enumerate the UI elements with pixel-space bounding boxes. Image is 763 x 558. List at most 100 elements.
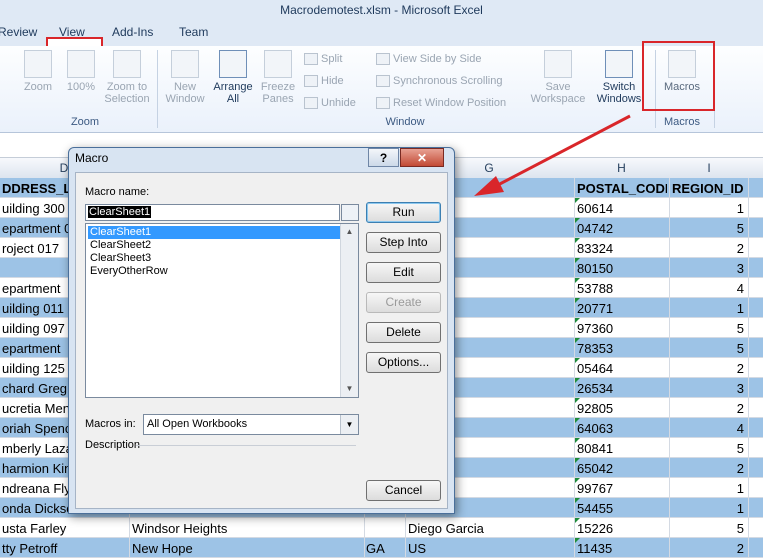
- cell-i[interactable]: 5: [672, 321, 744, 336]
- cell-i[interactable]: 2: [672, 361, 744, 376]
- macro-name-input[interactable]: ClearSheet1: [85, 204, 340, 221]
- cell-h[interactable]: 99767: [577, 481, 667, 496]
- cell-i[interactable]: 5: [672, 341, 744, 356]
- freeze-panes-button[interactable]: Freeze Panes: [256, 50, 300, 105]
- switch-windows-button[interactable]: Switch Windows: [590, 50, 648, 105]
- edit-button[interactable]: Edit: [366, 262, 441, 283]
- cell-i[interactable]: 3: [672, 261, 744, 276]
- step-into-button[interactable]: Step Into: [366, 232, 441, 253]
- create-button[interactable]: Create: [366, 292, 441, 313]
- help-button[interactable]: ?: [368, 148, 399, 167]
- cancel-button[interactable]: Cancel: [366, 480, 441, 501]
- list-item[interactable]: ClearSheet2: [88, 239, 342, 252]
- cell-h[interactable]: 83324: [577, 241, 667, 256]
- cell-d[interactable]: usta Farley: [2, 521, 128, 536]
- hide-button[interactable]: Hide: [304, 74, 344, 88]
- tab-team[interactable]: Team: [179, 25, 208, 39]
- cell-i[interactable]: 5: [672, 441, 744, 456]
- cell-i[interactable]: 2: [672, 461, 744, 476]
- table-row: usta Farley Windsor Heights Diego Garcia 15…: [0, 518, 763, 538]
- dialog-title: Macro: [75, 151, 109, 165]
- cell-i[interactable]: 1: [672, 201, 744, 216]
- number-as-text-indicator-icon: [575, 478, 580, 483]
- close-button[interactable]: ✕: [400, 148, 444, 167]
- collapse-dialog-icon[interactable]: [341, 204, 359, 221]
- cell-h[interactable]: 92805: [577, 401, 667, 416]
- cell-h[interactable]: 97360: [577, 321, 667, 336]
- list-item[interactable]: EveryOtherRow: [88, 265, 342, 278]
- cell-i[interactable]: 2: [672, 241, 744, 256]
- new-window-button[interactable]: New Window: [162, 50, 208, 105]
- cell-i[interactable]: 2: [672, 401, 744, 416]
- run-button[interactable]: Run: [366, 202, 441, 223]
- cell-h[interactable]: 80150: [577, 261, 667, 276]
- reset-window-position-button[interactable]: Reset Window Position: [376, 96, 506, 110]
- macros-in-select[interactable]: All Open Workbooks ▼: [143, 414, 359, 435]
- cell-h[interactable]: 20771: [577, 301, 667, 316]
- macro-list[interactable]: ClearSheet1 ClearSheet2 ClearSheet3 Ever…: [85, 223, 359, 398]
- cell-h[interactable]: 65042: [577, 461, 667, 476]
- cell-i[interactable]: 4: [672, 421, 744, 436]
- arrange-all-button[interactable]: Arrange All: [210, 50, 256, 105]
- cell-h[interactable]: 78353: [577, 341, 667, 356]
- cell-h[interactable]: 80841: [577, 441, 667, 456]
- tab-add-ins[interactable]: Add-Ins: [112, 25, 153, 39]
- header-cell-i[interactable]: REGION_ID: [672, 181, 744, 196]
- new-window-icon: [171, 50, 199, 78]
- cell-g[interactable]: Diego Garcia: [408, 521, 572, 536]
- cell-e[interactable]: Windsor Heights: [132, 521, 362, 536]
- list-item[interactable]: ClearSheet3: [88, 252, 342, 265]
- scroll-up-icon[interactable]: ▲: [341, 224, 358, 240]
- cell-i[interactable]: 1: [672, 501, 744, 516]
- cell-h[interactable]: 11435: [577, 541, 667, 556]
- cell-i[interactable]: 1: [672, 481, 744, 496]
- save-workspace-button[interactable]: Save Workspace: [528, 50, 588, 105]
- number-as-text-indicator-icon: [575, 218, 580, 223]
- cell-g[interactable]: US: [408, 541, 572, 556]
- view-side-by-side-button[interactable]: View Side by Side: [376, 52, 481, 66]
- cell-i[interactable]: 5: [672, 521, 744, 536]
- cell-h[interactable]: 60614: [577, 201, 667, 216]
- scroll-down-icon[interactable]: ▼: [341, 381, 358, 397]
- zoom-to-selection-button[interactable]: Zoom to Selection: [100, 50, 154, 105]
- split-button[interactable]: Split: [304, 52, 342, 66]
- cell-d[interactable]: tty Petroff: [2, 541, 128, 556]
- unhide-button[interactable]: Unhide: [304, 96, 356, 110]
- hide-icon: [304, 75, 318, 88]
- cell-h[interactable]: 04742: [577, 221, 667, 236]
- cell-h[interactable]: 15226: [577, 521, 667, 536]
- cell-i[interactable]: 2: [672, 541, 744, 556]
- cell-h[interactable]: 64063: [577, 421, 667, 436]
- cell-h[interactable]: 53788: [577, 281, 667, 296]
- save-workspace-icon: [544, 50, 572, 78]
- zoom-button[interactable]: Zoom: [18, 50, 58, 93]
- tab-review[interactable]: Review: [0, 25, 37, 39]
- column-header-i[interactable]: I: [670, 161, 748, 175]
- cell-i[interactable]: 3: [672, 381, 744, 396]
- tab-view[interactable]: View: [59, 25, 85, 39]
- zoom-100-button[interactable]: 100%: [62, 50, 100, 93]
- cell-h[interactable]: 54455: [577, 501, 667, 516]
- window-title: Macrodemotest.xlsm - Microsoft Excel: [280, 3, 483, 17]
- cell-i[interactable]: 4: [672, 281, 744, 296]
- options-button[interactable]: Options...: [366, 352, 441, 373]
- cell-i[interactable]: 1: [672, 301, 744, 316]
- delete-button[interactable]: Delete: [366, 322, 441, 343]
- number-as-text-indicator-icon: [575, 238, 580, 243]
- split-icon: [304, 53, 318, 66]
- chevron-down-icon[interactable]: ▼: [340, 415, 358, 434]
- grid-line: [748, 178, 749, 558]
- macros-highlight-box: [642, 41, 715, 111]
- zoom-group-label: Zoom: [70, 116, 100, 128]
- synchronous-scrolling-button[interactable]: Synchronous Scrolling: [376, 74, 502, 88]
- grid-line: [574, 178, 575, 558]
- list-scrollbar[interactable]: ▲ ▼: [340, 224, 358, 397]
- cell-i[interactable]: 5: [672, 221, 744, 236]
- side-by-side-icon: [376, 53, 390, 66]
- cell-h[interactable]: 05464: [577, 361, 667, 376]
- cell-h[interactable]: 26534: [577, 381, 667, 396]
- magnifier-icon: [24, 50, 52, 78]
- cell-e[interactable]: New Hope: [132, 541, 362, 556]
- cell-f[interactable]: GA: [366, 541, 402, 556]
- list-item[interactable]: ClearSheet1: [88, 226, 342, 239]
